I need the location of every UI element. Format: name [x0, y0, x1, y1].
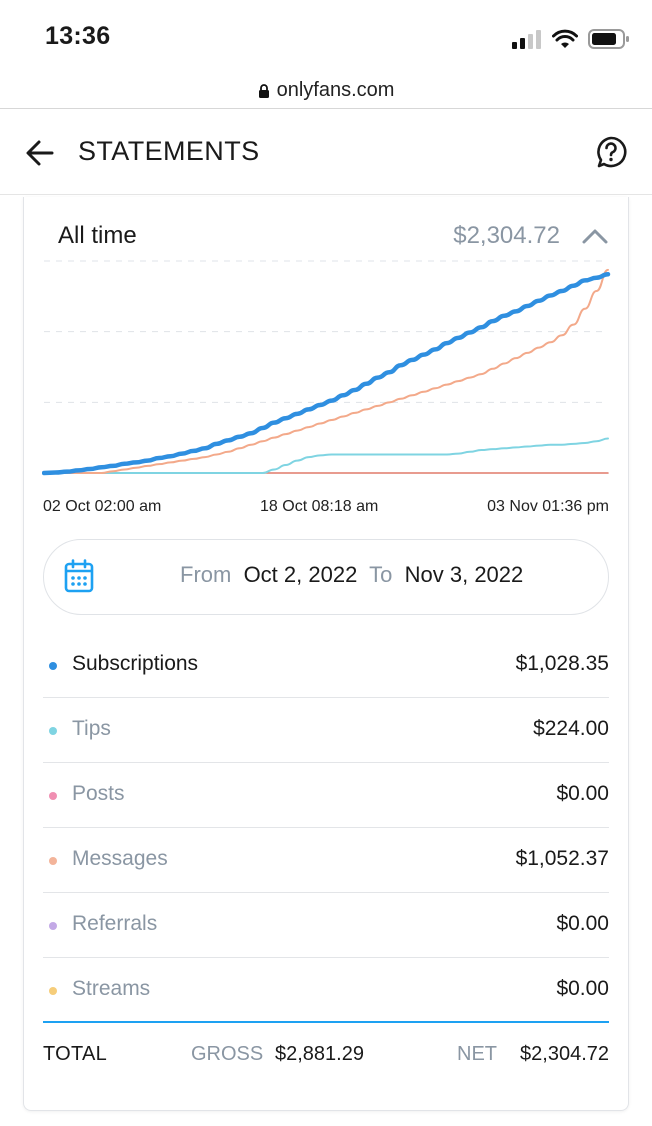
back-arrow-icon[interactable] — [24, 137, 56, 169]
category-row-messages[interactable]: Messages $1,052.37 — [43, 828, 609, 893]
earnings-chart — [42, 260, 611, 476]
category-amount: $0.00 — [556, 977, 609, 1000]
to-label: To — [369, 562, 393, 587]
category-dot — [49, 792, 57, 800]
net-label: NET — [457, 1043, 497, 1065]
period-label: All time — [58, 222, 137, 249]
category-label: Tips — [72, 717, 111, 740]
category-dot — [49, 987, 57, 995]
chart-series-line — [43, 437, 609, 474]
net-amount: $2,304.72 — [520, 1043, 609, 1065]
chevron-up-icon[interactable] — [580, 224, 610, 248]
url-text: onlyfans.com — [276, 78, 395, 101]
help-icon[interactable] — [594, 135, 628, 169]
x-tick-label: 18 Oct 08:18 am — [260, 498, 379, 515]
category-dot — [49, 857, 57, 865]
category-label: Referrals — [72, 912, 158, 935]
from-date[interactable]: Oct 2, 2022 — [244, 562, 358, 587]
calendar-icon — [64, 559, 94, 593]
category-dot — [49, 922, 57, 930]
statement-card: All time $2,304.72 02 Oct 02:00 am 18 Oc… — [23, 197, 629, 1111]
x-tick-label: 03 Nov 01:36 pm — [487, 498, 609, 515]
gross-amount: $2,881.29 — [275, 1043, 364, 1065]
category-row-referrals[interactable]: Referrals $0.00 — [43, 893, 609, 958]
status-time: 13:36 — [45, 22, 111, 50]
chart-series-line — [42, 272, 611, 476]
category-amount: $0.00 — [556, 782, 609, 805]
chart-series-line — [43, 268, 609, 474]
lock-icon — [258, 84, 269, 98]
category-row-tips[interactable]: Tips $224.00 — [43, 698, 609, 763]
wifi-icon — [552, 29, 578, 48]
category-row-posts[interactable]: Posts $0.00 — [43, 763, 609, 828]
category-label: Posts — [72, 782, 125, 805]
battery-icon — [588, 29, 629, 49]
category-label: Subscriptions — [72, 652, 199, 675]
page-title: STATEMENTS — [78, 136, 260, 166]
category-dot — [49, 662, 57, 670]
to-date[interactable]: Nov 3, 2022 — [405, 562, 524, 587]
total-label: TOTAL — [43, 1043, 108, 1065]
url-bar[interactable]: onlyfans.com — [0, 72, 652, 108]
period-row[interactable]: All time $2,304.72 — [24, 215, 628, 255]
category-list: Subscriptions $1,028.35 Tips $224.00 Pos… — [43, 633, 609, 1023]
date-range-picker[interactable]: From Oct 2, 2022 To Nov 3, 2022 — [43, 539, 609, 615]
totals-row: TOTAL GROSS $2,881.29 NET $2,304.72 — [43, 1027, 609, 1087]
status-icons — [512, 28, 630, 50]
category-amount: $0.00 — [556, 912, 609, 935]
page-header: STATEMENTS — [0, 109, 652, 195]
date-range-text: From Oct 2, 2022 To Nov 3, 2022 — [180, 562, 523, 588]
category-label: Streams — [72, 977, 151, 1000]
category-amount: $1,028.35 — [515, 652, 609, 675]
period-total: $2,304.72 — [453, 222, 560, 249]
category-row-subscriptions[interactable]: Subscriptions $1,028.35 — [43, 633, 609, 698]
x-tick-label: 02 Oct 02:00 am — [43, 498, 162, 515]
category-label: Messages — [72, 847, 168, 870]
category-amount: $224.00 — [533, 717, 609, 740]
from-label: From — [180, 562, 232, 587]
category-dot — [49, 727, 57, 735]
signal-icon — [512, 30, 541, 49]
status-bar: 13:36 — [0, 0, 652, 72]
category-amount: $1,052.37 — [515, 847, 609, 870]
category-row-streams[interactable]: Streams $0.00 — [43, 958, 609, 1023]
gross-label: GROSS — [191, 1043, 264, 1065]
